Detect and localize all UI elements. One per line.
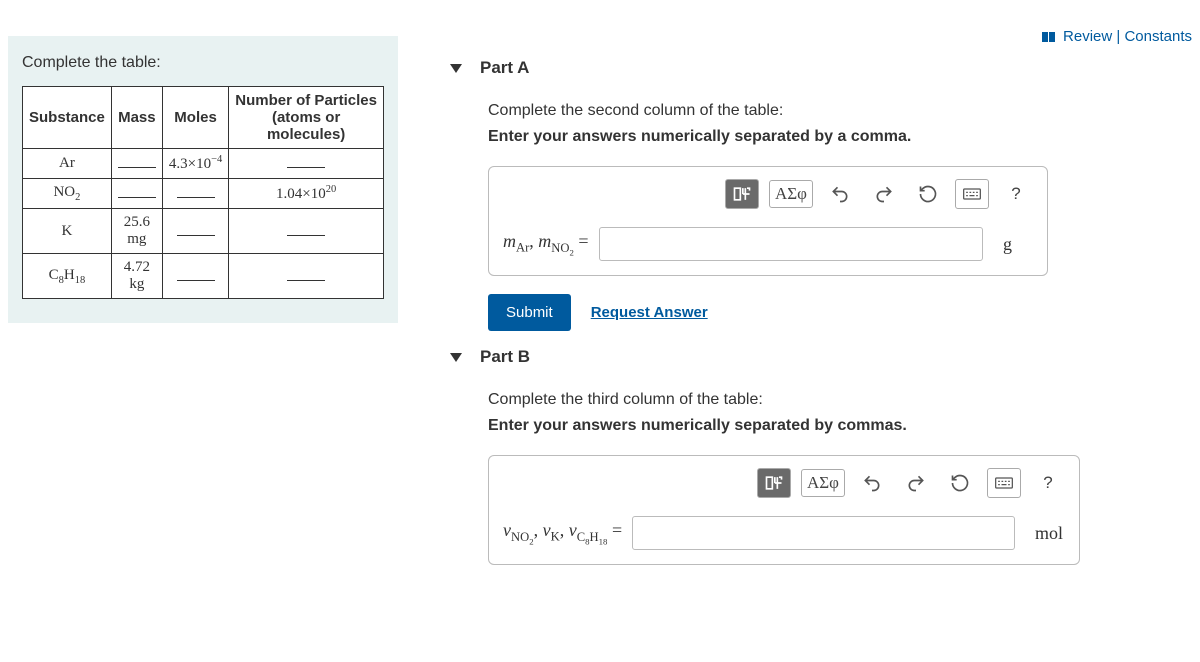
redo-button[interactable]	[899, 469, 933, 497]
undo-button[interactable]	[855, 469, 889, 497]
cell-particles	[229, 254, 384, 299]
greek-button[interactable]: ΑΣφ	[801, 469, 845, 497]
collapse-icon	[450, 353, 462, 362]
col-moles: Moles	[162, 87, 228, 149]
answer-box-a: ΑΣφ ? mAr, mNO2 = g	[488, 166, 1048, 276]
part-b-header[interactable]: Part B	[450, 347, 1190, 367]
part-a-header[interactable]: Part A	[450, 58, 1190, 78]
answer-unit-a: g	[1003, 234, 1033, 255]
undo-button[interactable]	[823, 180, 857, 208]
part-title: Part A	[480, 58, 529, 78]
part-a-instr-detail: Enter your answers numerically separated…	[488, 128, 1190, 146]
table-row: C8H18 4.72kg	[23, 254, 384, 299]
answer-prefix-a: mAr, mNO2 =	[503, 231, 589, 257]
templates-button[interactable]	[757, 468, 791, 498]
reset-button[interactable]	[943, 469, 977, 497]
book-icon	[1042, 29, 1056, 46]
collapse-icon	[450, 64, 462, 73]
help-button[interactable]: ?	[999, 180, 1033, 208]
col-substance: Substance	[23, 87, 112, 149]
cell-mass	[111, 179, 162, 209]
redo-button[interactable]	[867, 180, 901, 208]
col-particles: Number of Particles (atoms or molecules)	[229, 87, 384, 149]
help-button[interactable]: ?	[1031, 469, 1065, 497]
cell-moles	[162, 209, 228, 254]
cell-substance: NO2	[23, 179, 112, 209]
table-row: NO2 1.04×1020	[23, 179, 384, 209]
question-panel: Complete the table: Substance Mass Moles…	[8, 36, 398, 323]
cell-particles: 1.04×1020	[229, 179, 384, 209]
cell-substance: C8H18	[23, 254, 112, 299]
templates-button[interactable]	[725, 179, 759, 209]
answer-input-b[interactable]	[632, 516, 1015, 550]
cell-mass	[111, 149, 162, 179]
keyboard-button[interactable]	[955, 179, 989, 209]
greek-button[interactable]: ΑΣφ	[769, 180, 813, 208]
submit-button-a[interactable]: Submit	[488, 294, 571, 331]
cell-moles	[162, 254, 228, 299]
part-b-instr-detail: Enter your answers numerically separated…	[488, 417, 1190, 435]
cell-particles	[229, 149, 384, 179]
cell-substance: Ar	[23, 149, 112, 179]
cell-substance: K	[23, 209, 112, 254]
reset-button[interactable]	[911, 180, 945, 208]
cell-moles	[162, 179, 228, 209]
answer-unit-b: mol	[1035, 523, 1065, 544]
data-table: Substance Mass Moles Number of Particles…	[22, 86, 384, 299]
answer-input-a[interactable]	[599, 227, 983, 261]
cell-mass: 25.6mg	[111, 209, 162, 254]
cell-mass: 4.72kg	[111, 254, 162, 299]
review-link[interactable]: Review	[1063, 28, 1112, 45]
answer-box-b: ΑΣφ ? νNO2, νK, νC8H18 = mol	[488, 455, 1080, 565]
constants-link[interactable]: Constants	[1124, 28, 1192, 45]
request-answer-a[interactable]: Request Answer	[591, 304, 708, 321]
keyboard-button[interactable]	[987, 468, 1021, 498]
col-mass: Mass	[111, 87, 162, 149]
answer-prefix-b: νNO2, νK, νC8H18 =	[503, 520, 622, 546]
cell-particles	[229, 209, 384, 254]
cell-moles: 4.3×10−4	[162, 149, 228, 179]
table-row: K 25.6mg	[23, 209, 384, 254]
question-prompt: Complete the table:	[22, 54, 384, 72]
part-b-instr: Complete the third column of the table:	[488, 391, 1190, 409]
part-title: Part B	[480, 347, 530, 367]
table-row: Ar 4.3×10−4	[23, 149, 384, 179]
part-a-instr: Complete the second column of the table:	[488, 102, 1190, 120]
